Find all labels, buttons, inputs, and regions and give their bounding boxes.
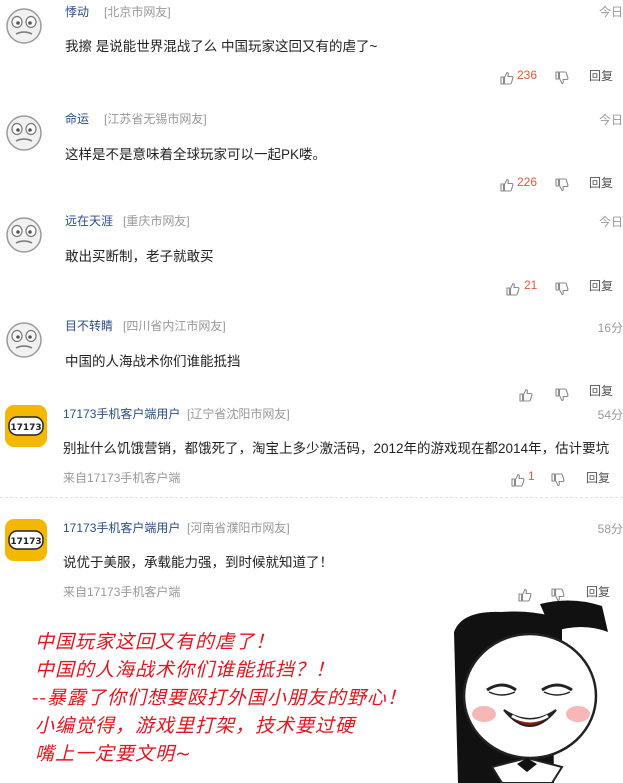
thumbs-up-icon[interactable] bbox=[500, 71, 514, 85]
comment-text: 这样是不是意味着全球玩家可以一起PK喽。 bbox=[65, 147, 327, 162]
reply-button[interactable]: 回复 bbox=[586, 469, 610, 486]
thumbs-down-icon[interactable] bbox=[555, 71, 569, 85]
thumbs-down-icon[interactable] bbox=[555, 178, 569, 192]
thumbs-up-icon[interactable] bbox=[500, 178, 514, 192]
editor-note-line: --暴露了你们想要殴打外国小朋友的野心！ bbox=[32, 687, 407, 709]
comment-author[interactable]: 命运 bbox=[65, 110, 89, 127]
thumbs-up-icon[interactable] bbox=[511, 473, 525, 487]
comment-time: 16分 bbox=[597, 321, 623, 335]
thumbs-down-icon[interactable] bbox=[555, 388, 569, 402]
default-avatar-icon[interactable] bbox=[4, 112, 44, 152]
editor-note-line: 中国玩家这回又有的虐了！ bbox=[35, 631, 276, 653]
reply-button[interactable]: 回复 bbox=[589, 382, 613, 399]
17173-app-icon[interactable] bbox=[4, 404, 48, 448]
comment-time: 今日 bbox=[598, 215, 623, 229]
default-avatar-icon[interactable] bbox=[4, 214, 44, 254]
comment-time: 今日 bbox=[598, 113, 623, 127]
comment-text: 说优于美服，承载能力强，到时候就知道了！ bbox=[63, 555, 333, 570]
comment-source: 来自17173手机客户端 bbox=[63, 471, 181, 485]
comment-time: 今日 bbox=[598, 5, 623, 19]
like-count: 226 bbox=[517, 175, 538, 189]
meme-face-sticker bbox=[454, 600, 608, 783]
comment-location: [重庆市网友] bbox=[123, 214, 190, 228]
thumbs-up-icon[interactable] bbox=[506, 282, 520, 296]
comment-text: 别扯什么饥饿营销，都饿死了，淘宝上多少激活码，2012年的游戏现在都2014年，… bbox=[63, 441, 610, 456]
reply-button[interactable]: 回复 bbox=[589, 174, 613, 191]
comment-author[interactable]: 远在天涯 bbox=[65, 212, 113, 229]
comment-source: 来自17173手机客户端 bbox=[63, 585, 181, 599]
comment-location: [北京市网友] bbox=[104, 5, 171, 19]
default-avatar-icon[interactable] bbox=[4, 5, 44, 45]
comment-text: 中国的人海战术你们谁能抵挡 bbox=[65, 354, 241, 369]
editor-note-line: 小编觉得，游戏里打架，技术要过硬 bbox=[35, 715, 356, 737]
comment-location: [江苏省无锡市网友] bbox=[104, 112, 207, 126]
thumbs-up-icon[interactable] bbox=[519, 388, 533, 402]
comment-time: 58分 bbox=[597, 522, 623, 536]
like-count: 21 bbox=[524, 278, 538, 292]
reply-button[interactable]: 回复 bbox=[589, 67, 613, 84]
comment-author[interactable]: 17173手机客户端用户 bbox=[63, 405, 180, 422]
editor-note-line: 嘴上一定要文明~ bbox=[35, 743, 192, 765]
comment-time: 54分 bbox=[597, 408, 623, 422]
like-count: 1 bbox=[528, 469, 535, 483]
17173-app-icon[interactable] bbox=[4, 518, 48, 562]
reply-button[interactable]: 回复 bbox=[589, 277, 613, 294]
comment-location: [河南省濮阳市网友] bbox=[187, 521, 290, 535]
like-count: 236 bbox=[517, 68, 538, 82]
divider bbox=[0, 497, 623, 498]
comment-text: 敢出买断制，老子就敢买 bbox=[65, 249, 214, 264]
comment-author[interactable]: 目不转睛 bbox=[65, 317, 113, 334]
default-avatar-icon[interactable] bbox=[4, 319, 44, 359]
comment-author[interactable]: 17173手机客户端用户 bbox=[63, 519, 180, 536]
thumbs-down-icon[interactable] bbox=[555, 282, 569, 296]
thumbs-down-icon[interactable] bbox=[551, 473, 565, 487]
comment-location: [四川省内江市网友] bbox=[123, 319, 226, 333]
comment-author[interactable]: 悸动 bbox=[65, 3, 89, 20]
comment-location: [辽宁省沈阳市网友] bbox=[187, 407, 290, 421]
editor-note-line: 中国的人海战术你们谁能抵挡？！ bbox=[35, 659, 336, 681]
comment-text: 我擦 是说能世界混战了么 中国玩家这回又有的虐了~ bbox=[65, 39, 378, 54]
